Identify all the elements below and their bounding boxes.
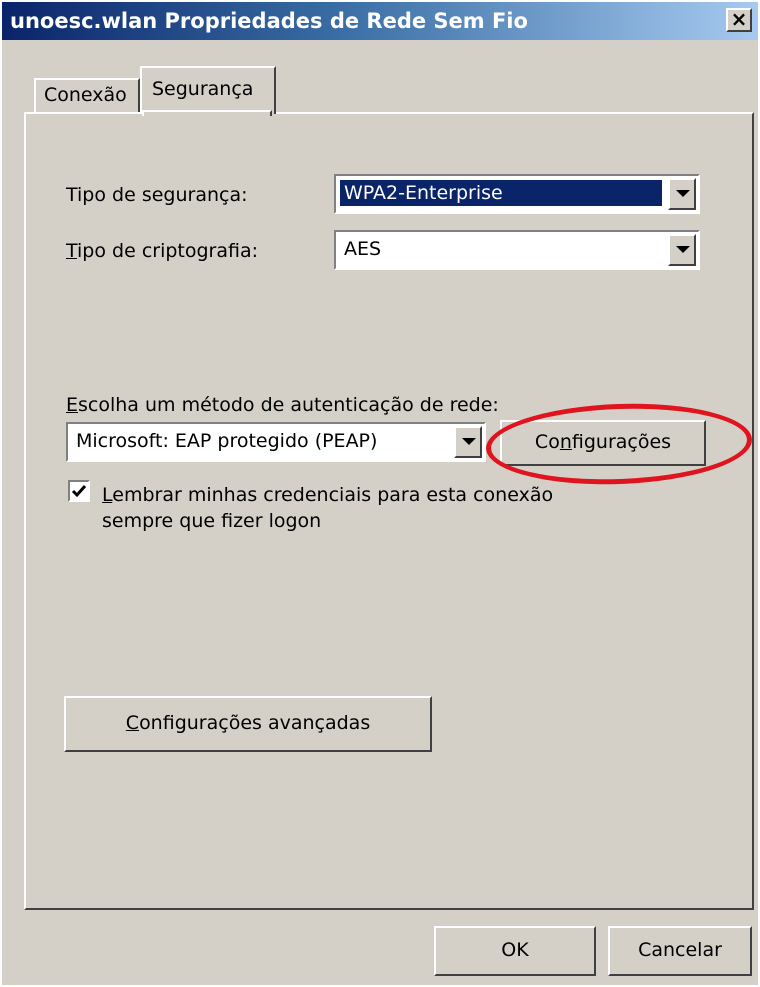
security-type-label-text: Tipo de segurança: — [66, 184, 248, 206]
remember-line-1: Lembrar minhas credenciais para esta con… — [102, 482, 553, 508]
tab-conexao[interactable]: Conexão — [34, 78, 140, 112]
encryption-type-select[interactable]: AES — [334, 230, 700, 270]
security-type-label: Tipo de segurança: — [66, 184, 248, 206]
window-title: unoesc.wlan Propriedades de Rede Sem Fio — [10, 9, 528, 33]
title-bar[interactable]: unoesc.wlan Propriedades de Rede Sem Fio… — [2, 2, 758, 40]
security-type-select[interactable]: WPA2-Enterprise — [334, 174, 700, 214]
tab-seguranca-label: Segurança — [152, 78, 254, 100]
encryption-type-value: AES — [344, 238, 382, 260]
advanced-settings-button[interactable]: Configurações avançadas — [64, 696, 432, 752]
auth-method-dropdown-arrow-icon[interactable] — [454, 426, 482, 458]
checkmark-icon — [71, 485, 87, 498]
remember-line-2: sempre que fizer logon — [102, 510, 322, 532]
auth-method-label-text: scolha um método de autenticação de rede… — [78, 394, 499, 416]
encryption-type-dropdown-arrow-icon[interactable] — [668, 234, 696, 266]
close-button[interactable]: × — [726, 8, 752, 32]
encryption-type-label-text: ipo de criptografia: — [77, 240, 259, 262]
encryption-type-label: Tipo de criptografia: — [66, 240, 258, 262]
auth-method-mnemonic: E — [66, 394, 79, 416]
encryption-type-mnemonic: T — [66, 240, 78, 262]
remember-mnemonic: L — [102, 484, 113, 506]
auth-method-label: Escolha um método de autenticação de red… — [66, 394, 499, 416]
ok-button[interactable]: OK — [434, 926, 596, 976]
security-type-value: WPA2-Enterprise — [340, 180, 662, 206]
properties-dialog: unoesc.wlan Propriedades de Rede Sem Fio… — [0, 0, 760, 987]
active-tab-joint — [142, 110, 272, 116]
advanced-settings-mnemonic: C — [125, 712, 140, 734]
cancel-button[interactable]: Cancelar — [608, 926, 752, 976]
remember-credentials-label[interactable]: Lembrar minhas credenciais para esta con… — [102, 482, 553, 534]
remember-line-1-text: embrar minhas credenciais para esta cone… — [112, 484, 554, 506]
tab-conexao-label: Conexão — [44, 84, 127, 106]
security-type-dropdown-arrow-icon[interactable] — [668, 178, 696, 210]
remember-credentials-checkbox[interactable] — [68, 480, 90, 502]
tab-seguranca[interactable]: Segurança — [140, 66, 276, 114]
auth-method-select[interactable]: Microsoft: EAP protegido (PEAP) — [66, 422, 486, 462]
auth-method-value: Microsoft: EAP protegido (PEAP) — [76, 430, 378, 452]
advanced-settings-text: onfigurações avançadas — [139, 712, 371, 734]
